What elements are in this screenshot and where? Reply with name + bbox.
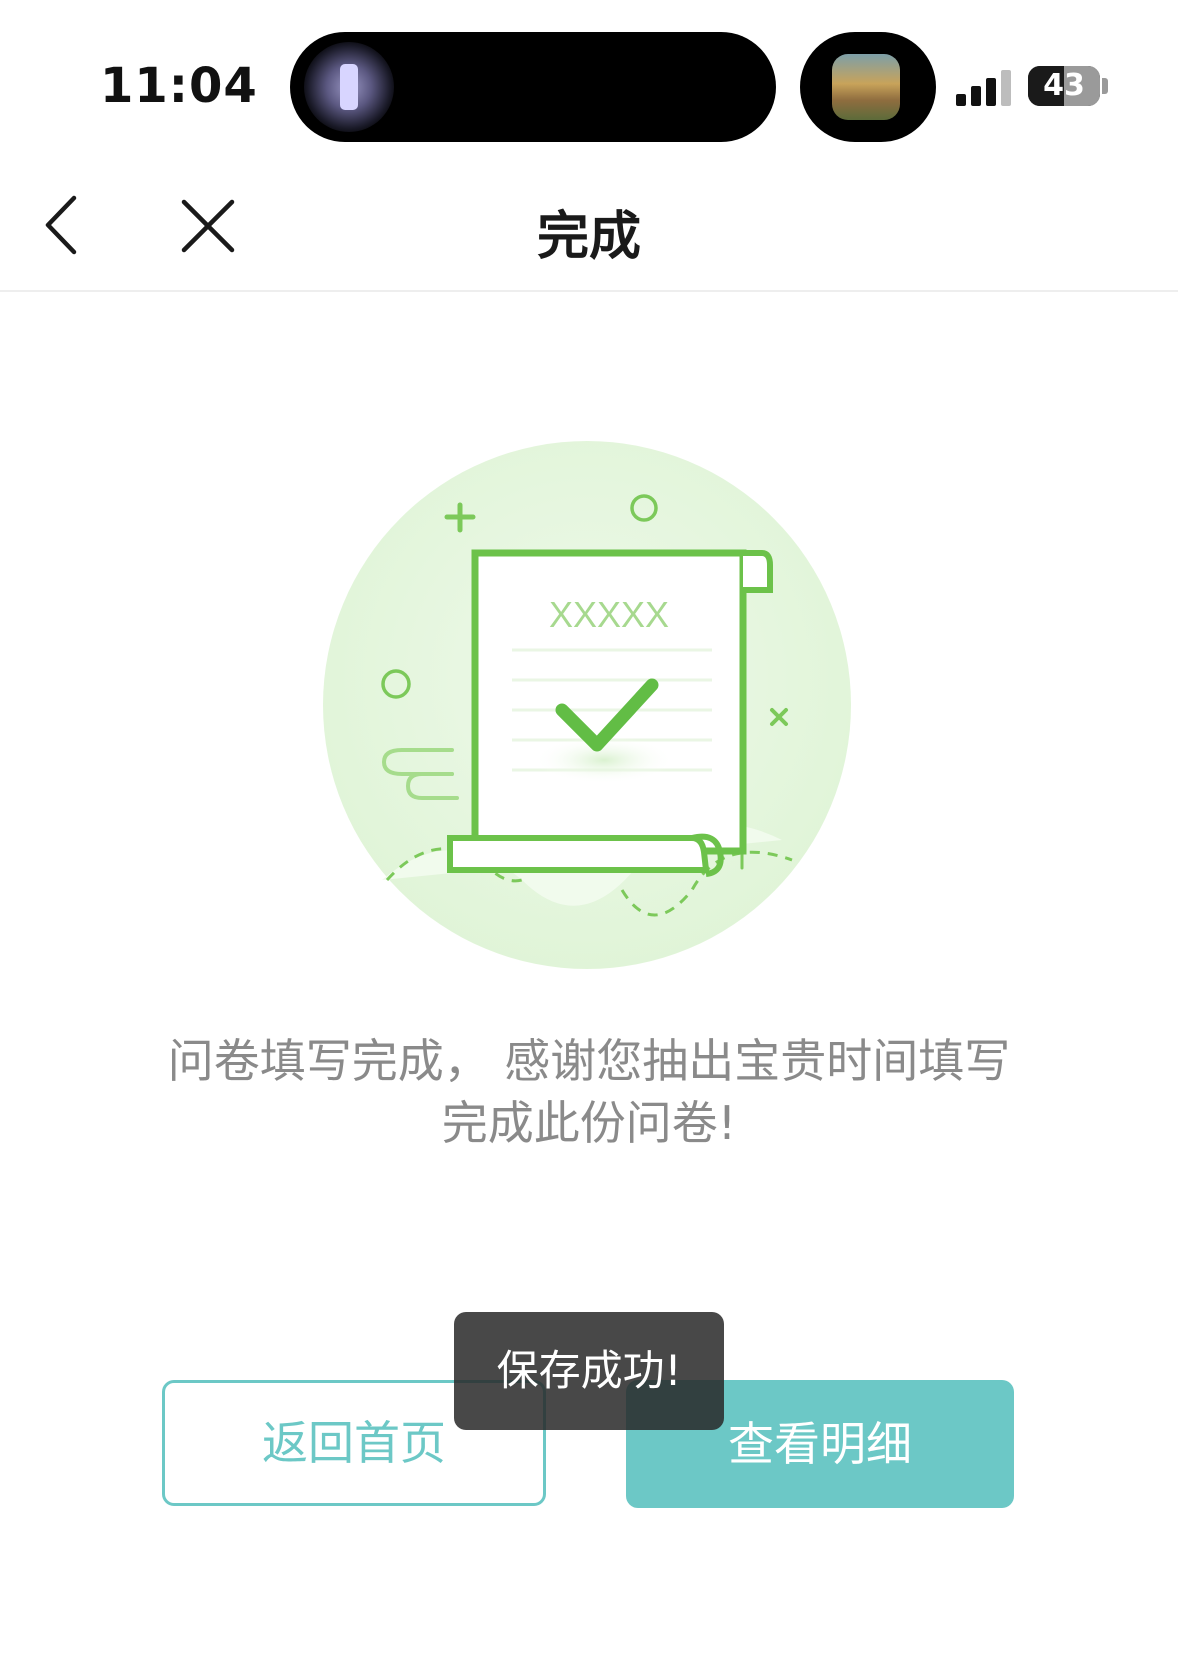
nav-bar: 完成 [0, 160, 1178, 292]
status-bar: 11:04 43 [0, 0, 1178, 150]
message-line-1: 问卷填写完成， 感谢您抽出宝贵时间填写 [167, 1034, 1011, 1088]
flashlight-icon [304, 42, 394, 132]
battery-tip [1102, 78, 1108, 94]
live-activity[interactable] [800, 32, 936, 142]
dynamic-island[interactable] [290, 32, 776, 142]
status-time: 11:04 [100, 58, 258, 114]
save-success-toast: 保存成功! [454, 1312, 724, 1430]
page: 11:04 43 完成 XXXXX 问卷填写完成， 感谢您抽出宝贵时间填写 完成… [0, 0, 1178, 1678]
document-heading: XXXXX [549, 594, 669, 635]
message-line-2: 完成此份问卷! [441, 1096, 737, 1150]
completion-illustration: XXXXX [323, 441, 851, 969]
page-title: 完成 [536, 207, 641, 267]
live-activity-thumbnail [832, 54, 900, 120]
cellular-signal-icon [956, 70, 1012, 106]
battery-icon: 43 [1028, 66, 1100, 106]
completion-message: 问卷填写完成， 感谢您抽出宝贵时间填写 完成此份问卷! [100, 1030, 1078, 1154]
battery-level: 43 [1043, 68, 1085, 103]
